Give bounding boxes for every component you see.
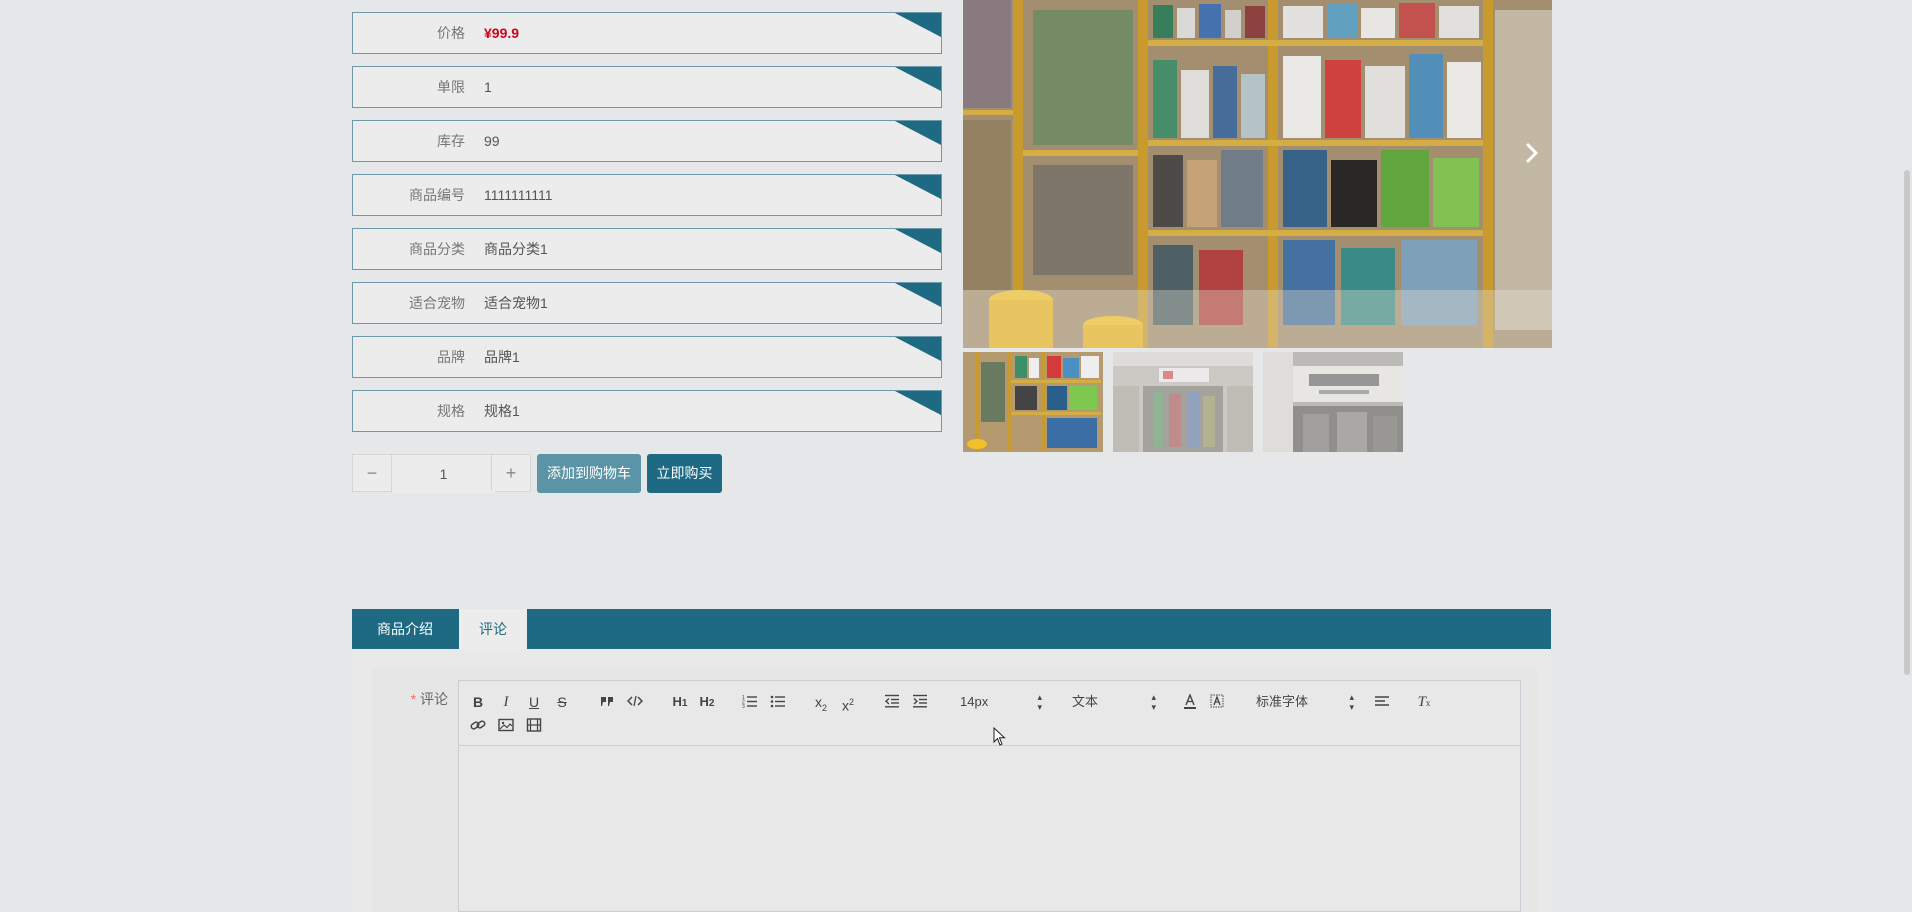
bold-icon[interactable]: B [469,692,487,712]
info-value: 规格1 [484,403,520,419]
image-icon[interactable] [497,716,515,736]
thumb-shop-sign-image [1263,352,1403,452]
blockquote-icon[interactable] [598,692,616,712]
quantity-stepper: − + [352,454,531,493]
info-label: 品牌 [437,349,465,365]
block-type-select[interactable]: 文本 ▴ ▾ [1072,692,1156,712]
comment-label: * 评论 [400,689,448,709]
superscript-icon[interactable]: x2 [838,692,858,714]
font-family-select[interactable]: 标准字体 ▴ ▾ [1256,692,1354,712]
info-value: 商品分类1 [484,241,548,257]
info-row-limit: 单限 1 [352,66,942,108]
add-to-cart-button[interactable]: 添加到购物车 [537,454,641,493]
comment-editor: B I U S H1 H2 123 x2 x2 14px ▴ ▾ 文本 ▴ ▾ … [458,680,1521,912]
select-arrows-icon: ▴ ▾ [1037,692,1042,712]
row-corner-decoration [895,391,941,415]
row-corner-decoration [895,121,941,145]
mouse-pointer-icon [993,726,1007,752]
font-family-value: 标准字体 [1256,694,1309,709]
video-icon[interactable] [525,716,543,736]
info-label: 库存 [437,133,465,149]
info-row-brand: 品牌 品牌1 [352,336,942,378]
strikethrough-icon[interactable]: S [553,692,571,712]
required-mark: * [410,691,417,707]
subscript-icon[interactable]: x2 [811,692,831,713]
buy-now-button[interactable]: 立即购买 [647,454,722,493]
quantity-input[interactable] [392,455,495,493]
decrease-button[interactable]: − [353,455,392,491]
info-row-stock: 库存 99 [352,120,942,162]
info-value: 品牌1 [484,349,520,365]
row-corner-decoration [895,67,941,91]
editor-toolbar: B I U S H1 H2 123 x2 x2 14px ▴ ▾ 文本 ▴ ▾ … [459,681,1520,746]
info-label: 价格 [437,25,465,41]
indent-icon[interactable] [911,692,929,712]
font-color-icon[interactable] [1181,692,1199,712]
tab-product-intro[interactable]: 商品介绍 [352,609,458,649]
bullet-list-icon[interactable] [769,692,787,712]
font-size-select[interactable]: 14px ▴ ▾ [960,692,1042,712]
ordered-list-icon[interactable]: 123 [741,692,759,712]
gallery-thumb-2[interactable] [1113,352,1253,452]
thumb-shelf-image [963,352,1103,452]
info-value: 1111111111 [484,187,553,203]
select-arrows-icon: ▴ ▾ [1349,692,1354,712]
comment-editor-content[interactable] [459,746,1520,911]
select-arrows-icon: ▴ ▾ [1151,692,1156,712]
outdent-icon[interactable] [883,692,901,712]
row-corner-decoration [895,337,941,361]
info-label: 适合宠物 [409,295,465,311]
price-value: ¥99.9 [484,25,520,41]
gallery-thumb-3[interactable] [1263,352,1403,452]
row-corner-decoration [895,13,941,37]
heading-2-icon[interactable]: H2 [696,692,718,712]
info-label: 商品编号 [409,187,465,203]
info-value: 1 [484,79,492,95]
chevron-right-icon [1525,142,1539,164]
gallery-next-button[interactable] [1519,138,1543,168]
increase-button[interactable]: + [491,455,530,491]
clear-format-icon[interactable]: Tx [1414,692,1434,712]
heading-1-icon[interactable]: H1 [669,692,691,712]
info-value: 99 [484,133,500,149]
svg-text:3: 3 [742,704,745,708]
gallery-thumb-1[interactable] [963,352,1103,452]
underline-icon[interactable]: U [525,692,543,712]
info-label: 商品分类 [409,241,465,257]
info-label: 单限 [437,79,465,95]
block-type-value: 文本 [1072,694,1099,709]
detail-tabs: 商品介绍 评论 [352,609,1551,649]
align-icon[interactable] [1373,692,1391,712]
italic-icon[interactable]: I [497,692,515,712]
info-label: 规格 [437,403,465,419]
tab-comments[interactable]: 评论 [459,609,527,649]
info-row-suitable-pet: 适合宠物 适合宠物1 [352,282,942,324]
product-main-image [963,0,1552,348]
comment-label-text: 评论 [420,691,448,707]
font-size-value: 14px [960,694,989,709]
code-block-icon[interactable] [626,692,644,712]
info-row-spec: 规格 规格1 [352,390,942,432]
info-row-product-code: 商品编号 1111111111 [352,174,942,216]
info-row-price: 价格 ¥99.9 [352,12,942,54]
link-icon[interactable] [469,716,487,736]
row-corner-decoration [895,229,941,253]
thumb-storefront-image [1113,352,1253,452]
info-value: 适合宠物1 [484,295,548,311]
row-corner-decoration [895,175,941,199]
page-scrollbar-thumb[interactable] [1904,170,1910,675]
row-corner-decoration [895,283,941,307]
background-color-icon[interactable] [1208,692,1226,712]
pet-store-shelf-photo [963,0,1552,348]
info-row-category: 商品分类 商品分类1 [352,228,942,270]
